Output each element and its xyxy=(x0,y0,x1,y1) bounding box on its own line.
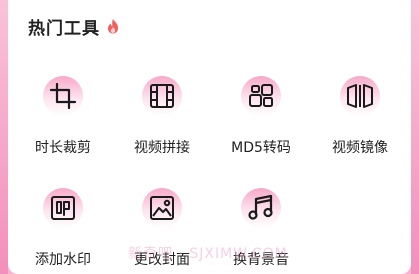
tool-icon-wrap xyxy=(142,76,182,116)
fire-icon xyxy=(108,19,118,34)
mirror-icon xyxy=(347,84,373,108)
tool-md5-transcode[interactable]: MD5转码 xyxy=(221,76,301,157)
right-edge-decoration xyxy=(411,0,419,274)
tool-icon-wrap xyxy=(241,188,281,228)
tool-icon-wrap xyxy=(241,76,281,116)
section-header: 热门工具 xyxy=(28,14,120,39)
tool-icon-wrap xyxy=(43,76,83,116)
hot-tools-card: 热门工具 时长裁剪 视频拼接 MD5转码 视频镜像 添加水印 更改封面 换背景音… xyxy=(8,0,411,274)
film-icon xyxy=(150,84,174,108)
tool-label: 添加水印 xyxy=(35,252,91,268)
image-icon xyxy=(150,196,174,220)
music-note-icon xyxy=(248,194,273,220)
tool-duration-crop[interactable]: 时长裁剪 xyxy=(23,76,103,157)
tool-label: 视频拼接 xyxy=(134,140,190,156)
left-edge-decoration xyxy=(0,0,8,274)
tool-add-watermark[interactable]: 添加水印 xyxy=(23,188,103,269)
tool-icon-wrap xyxy=(43,188,83,228)
tool-label: MD5转码 xyxy=(231,140,291,156)
watermark-stamp-icon xyxy=(51,196,75,220)
tool-video-mirror[interactable]: 视频镜像 xyxy=(320,76,400,157)
site-watermark: 新奇吧 · SJXIMW.COM xyxy=(128,246,288,262)
grid-squares-icon xyxy=(249,84,273,107)
tool-label: 时长裁剪 xyxy=(35,140,91,156)
tool-video-merge[interactable]: 视频拼接 xyxy=(122,76,202,157)
tool-icon-wrap xyxy=(340,76,380,116)
tool-icon-wrap xyxy=(142,188,182,228)
tool-label: 视频镜像 xyxy=(332,140,388,156)
section-title: 热门工具 xyxy=(28,18,100,39)
crop-icon xyxy=(49,82,77,110)
